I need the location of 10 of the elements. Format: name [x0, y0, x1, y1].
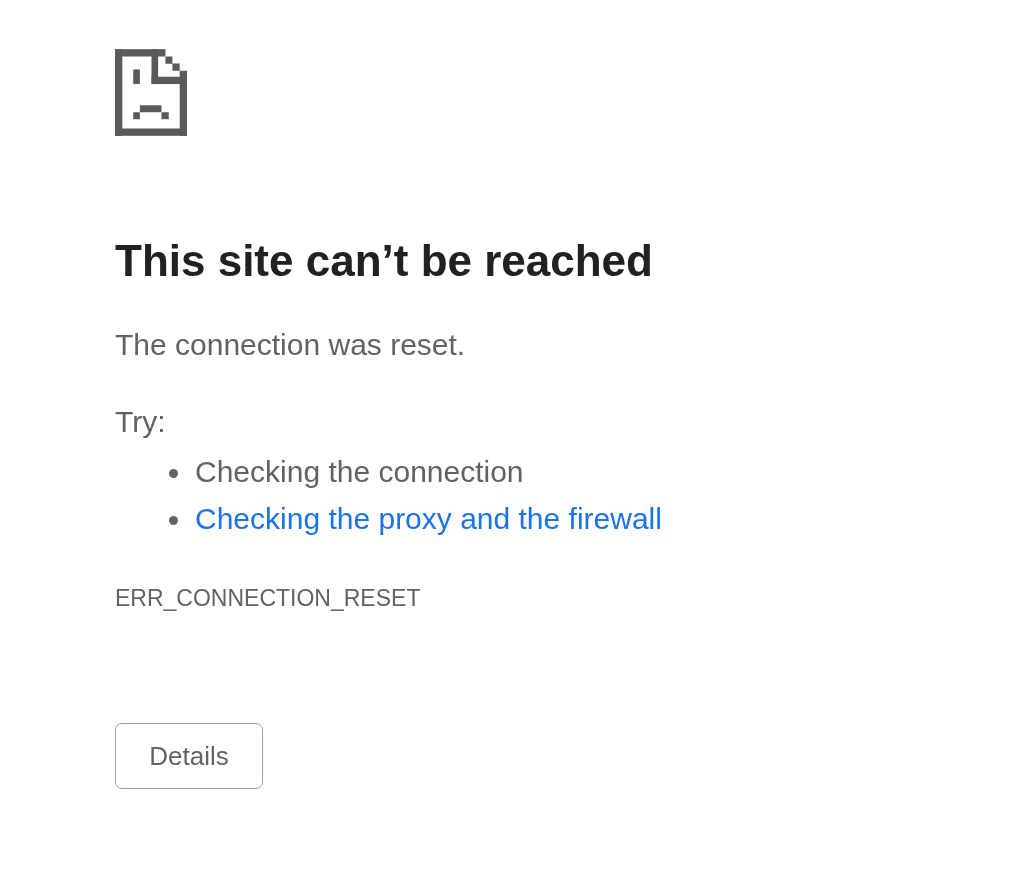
details-button[interactable]: Details — [115, 723, 263, 789]
bullet-icon — [169, 469, 178, 478]
suggestion-link[interactable]: Checking the proxy and the firewall — [195, 495, 662, 542]
error-heading: This site can’t be reached — [115, 235, 653, 287]
suggestions-label: Try: — [115, 404, 166, 440]
suggestion-text: Checking the connection — [195, 454, 524, 490]
error-code: ERR_CONNECTION_RESET — [115, 584, 421, 613]
bullet-icon — [169, 516, 178, 525]
error-message: The connection was reset. — [115, 327, 466, 363]
sad-document-icon — [115, 49, 187, 136]
